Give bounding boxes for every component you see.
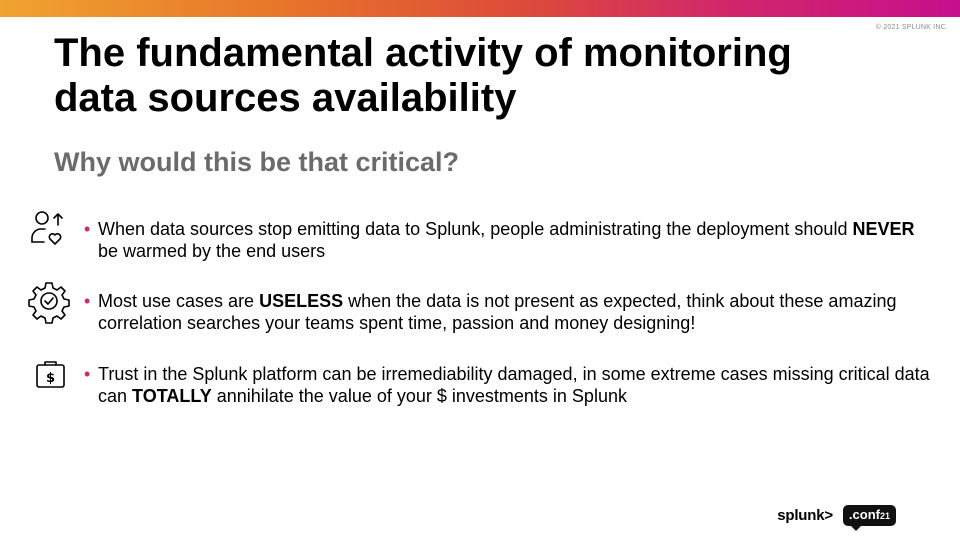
splunk-logo: splunk> bbox=[777, 506, 833, 524]
footer-logo: splunk> .conf21 bbox=[777, 502, 896, 531]
conf-year: 21 bbox=[879, 510, 890, 521]
svg-text:$: $ bbox=[46, 371, 55, 386]
bullet-emphasis: NEVER bbox=[852, 219, 915, 239]
bullet-text-part2: be warmed by the end users bbox=[98, 241, 326, 261]
money-case-icon: $ bbox=[28, 353, 72, 397]
copyright-notice: © 2021 SPLUNK INC. bbox=[875, 24, 948, 31]
conf-label: .conf bbox=[848, 506, 880, 522]
slide-title: The fundamental activity of monitoring d… bbox=[54, 31, 792, 120]
bullet-text-part2: annihilate the value of your $ investmen… bbox=[211, 386, 627, 406]
top-gradient-bar bbox=[0, 0, 960, 17]
conf-logo: .conf21 bbox=[842, 504, 896, 531]
slide-subtitle: Why would this be that critical? bbox=[54, 147, 460, 177]
bullet-dot: • bbox=[84, 219, 91, 239]
bullet-dot: • bbox=[84, 291, 91, 311]
gear-check-icon bbox=[28, 280, 72, 324]
user-heart-icon bbox=[28, 208, 72, 252]
bullet-emphasis: USELESS bbox=[259, 291, 344, 311]
bullet-text-part1: Most use cases are bbox=[98, 291, 260, 311]
bullet-dot: • bbox=[84, 364, 91, 384]
bullet-emphasis: TOTALLY bbox=[132, 386, 212, 406]
bullet-text-part1: When data sources stop emitting data to … bbox=[98, 219, 853, 239]
